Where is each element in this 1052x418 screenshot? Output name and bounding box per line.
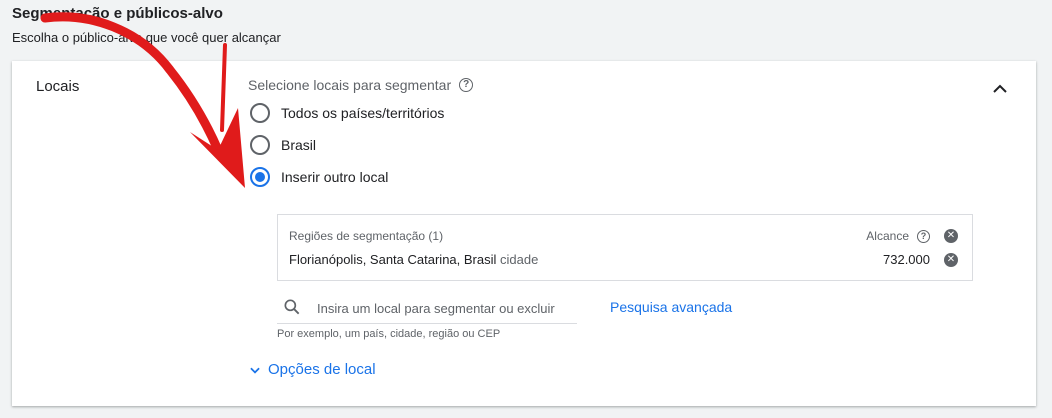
radio-circle[interactable] [250, 135, 270, 155]
location-search-input[interactable] [315, 297, 574, 319]
targeted-regions-box: Regiões de segmentação (1) Alcance ? ✕ F… [277, 214, 973, 281]
remove-region-icon[interactable]: ✕ [944, 253, 958, 267]
radio-all-countries[interactable]: Todos os países/territórios [250, 103, 444, 123]
collapse-button[interactable] [988, 77, 1012, 101]
radio-label: Todos os países/territórios [281, 105, 445, 121]
advanced-search-link[interactable]: Pesquisa avançada [610, 299, 732, 315]
regions-header: Regiões de segmentação (1) [289, 229, 444, 243]
section-title: Segmentação e públicos-alvo [12, 5, 223, 22]
help-icon[interactable]: ? [917, 229, 930, 243]
reach-header: Alcance ? [866, 229, 930, 243]
select-locations-label: Selecione locais para segmentar ? [248, 77, 474, 93]
reach-header-label: Alcance [866, 229, 909, 243]
radio-brasil[interactable]: Brasil [250, 135, 316, 155]
radio-label: Inserir outro local [281, 169, 389, 185]
select-locations-text: Selecione locais para segmentar [248, 77, 452, 93]
search-hint: Por exemplo, um país, cidade, região ou … [277, 328, 501, 340]
remove-all-icon[interactable]: ✕ [944, 229, 958, 243]
section-subtitle: Escolha o público-alvo que você quer alc… [12, 30, 281, 45]
search-icon [284, 299, 300, 315]
location-search[interactable] [277, 291, 577, 324]
card-label: Locais [36, 78, 80, 95]
locations-card: Locais Selecione locais para segmentar ?… [12, 61, 1036, 406]
region-row-name: Florianópolis, Santa Catarina, Brasil ci… [289, 252, 538, 267]
chevron-up-icon [993, 84, 1007, 93]
radio-circle-selected[interactable] [250, 167, 270, 187]
region-name: Florianópolis, Santa Catarina, Brasil [289, 252, 497, 267]
radio-label: Brasil [281, 137, 317, 153]
region-reach: 732.000 [883, 252, 930, 267]
chevron-down-icon [250, 367, 260, 374]
location-options-label: Opções de local [268, 361, 376, 378]
help-icon[interactable]: ? [459, 78, 474, 92]
location-options-toggle[interactable]: Opções de local [248, 361, 376, 378]
region-type: cidade [500, 252, 539, 267]
radio-other-location[interactable]: Inserir outro local [250, 167, 388, 187]
radio-circle[interactable] [250, 103, 270, 123]
